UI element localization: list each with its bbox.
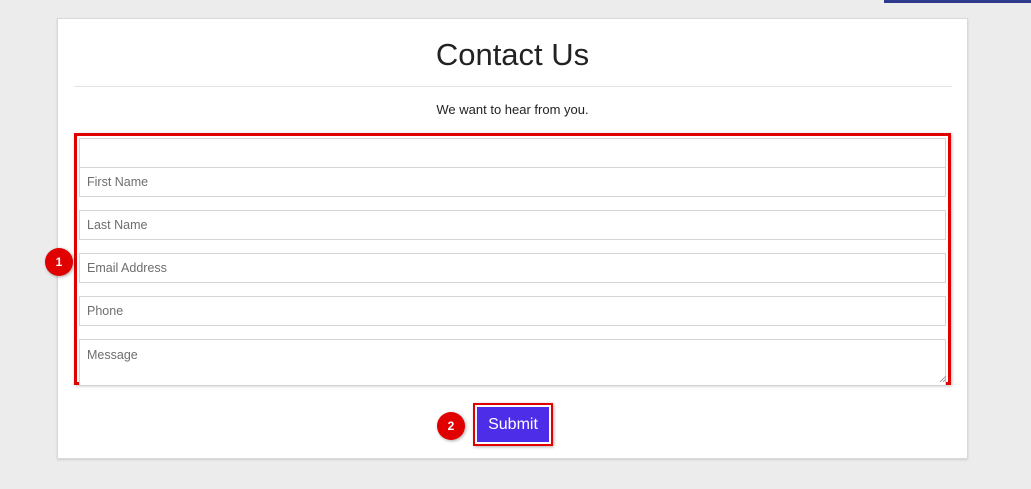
submit-button-highlight: Submit — [473, 403, 553, 446]
top-accent-bar — [884, 0, 1031, 3]
last-name-input[interactable] — [79, 210, 946, 240]
message-textarea[interactable] — [79, 339, 946, 386]
submit-button[interactable]: Submit — [477, 407, 549, 442]
annotation-badge-submit: 2 — [437, 412, 465, 440]
first-name-input[interactable] — [79, 167, 946, 197]
contact-card: Contact Us We want to hear from you. — [57, 18, 968, 459]
contact-form-highlight — [74, 133, 951, 386]
email-input[interactable] — [79, 253, 946, 283]
phone-input[interactable] — [79, 296, 946, 326]
hidden-input-field[interactable] — [79, 138, 946, 168]
page-subtitle: We want to hear from you. — [436, 102, 589, 117]
resize-grip-icon[interactable] — [939, 375, 946, 382]
annotation-badge-form: 1 — [45, 248, 73, 276]
page-title: Contact Us — [435, 37, 590, 72]
title-divider — [74, 86, 952, 87]
